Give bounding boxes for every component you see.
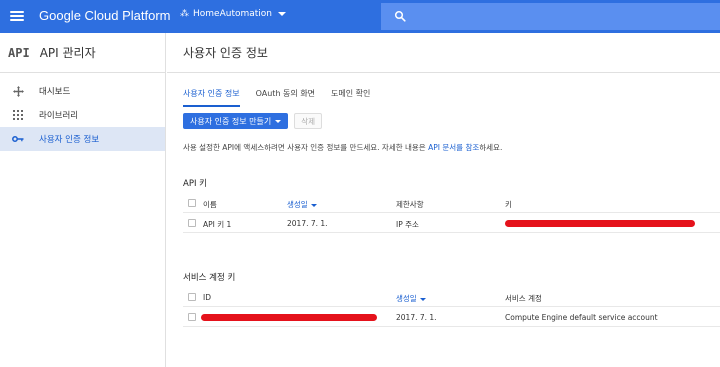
column-header-created[interactable]: 생성일 xyxy=(396,293,426,304)
table-header-row: 이름 생성일 제한사항 키 xyxy=(183,193,720,213)
column-header-name: 이름 xyxy=(203,200,217,209)
sidebar-item-label: 대시보드 xyxy=(39,87,71,97)
sort-arrow-icon xyxy=(419,297,426,301)
sidebar: API API 관리자 대시보드 라이브러리 사용자 인증 정보 xyxy=(0,33,166,367)
page-title: 사용자 인증 정보 xyxy=(167,33,720,73)
api-key-created: 2017. 7. 1. xyxy=(287,219,328,228)
table-row[interactable]: API 키 1 2017. 7. 1. IP 주소 xyxy=(183,213,720,233)
row-checkbox[interactable] xyxy=(188,313,196,321)
project-name: HomeAutomation xyxy=(193,9,272,19)
sidebar-item-library[interactable]: 라이브러리 xyxy=(0,103,165,127)
description-text: 사용 설정한 API에 액세스하려면 사용자 인증 정보를 만드세요. 자세한 … xyxy=(183,142,502,153)
sort-arrow-icon xyxy=(310,203,317,207)
service-account-name: Compute Engine default service account xyxy=(505,313,658,322)
select-all-checkbox[interactable] xyxy=(188,293,196,301)
description-suffix: 하세요. xyxy=(479,143,503,152)
column-header-id: ID xyxy=(203,293,211,302)
api-logo: API xyxy=(8,45,30,60)
select-all-checkbox[interactable] xyxy=(188,199,196,207)
app-brand[interactable]: Google Cloud Platform xyxy=(39,8,171,23)
column-header-key: 키 xyxy=(505,200,512,209)
toolbar: 사용자 인증 정보 만들기 삭제 xyxy=(183,113,323,129)
project-nodes-icon: ⁂ xyxy=(180,9,189,19)
api-key-name[interactable]: API 키 1 xyxy=(203,219,231,230)
table-header-row: ID 생성일 서비스 계정 xyxy=(183,287,720,307)
chevron-down-icon xyxy=(275,119,282,123)
sidebar-item-label: 라이브러리 xyxy=(39,111,79,121)
tab-credentials[interactable]: 사용자 인증 정보 xyxy=(183,88,240,107)
sidebar-item-label: 사용자 인증 정보 xyxy=(39,135,100,145)
hamburger-menu-icon[interactable] xyxy=(10,9,24,23)
api-keys-table: 이름 생성일 제한사항 키 API 키 1 2017. 7. 1. IP 주소 xyxy=(183,193,720,233)
api-docs-link[interactable]: API 문서를 참조 xyxy=(428,143,479,152)
api-keys-section-title: API 키 xyxy=(183,179,207,189)
tab-domain-verification[interactable]: 도메인 확인 xyxy=(331,88,370,107)
column-header-restriction: 제한사항 xyxy=(396,200,424,209)
sidebar-item-dashboard[interactable]: 대시보드 xyxy=(0,79,165,103)
search-icon xyxy=(394,10,406,22)
service-key-created: 2017. 7. 1. xyxy=(396,313,437,322)
service-account-keys-section-title: 서비스 계정 키 xyxy=(183,273,236,283)
sidebar-nav: 대시보드 라이브러리 사용자 인증 정보 xyxy=(0,73,165,151)
project-selector[interactable]: ⁂ HomeAutomation xyxy=(180,9,286,19)
redaction-mark xyxy=(505,220,695,227)
tab-oauth-consent[interactable]: OAuth 동의 화면 xyxy=(256,88,315,107)
dashboard-icon xyxy=(12,85,24,97)
redaction-mark xyxy=(201,314,377,321)
sidebar-title: API 관리자 xyxy=(39,46,96,60)
column-header-created[interactable]: 생성일 xyxy=(287,199,317,210)
chevron-down-icon xyxy=(278,12,286,16)
description-prefix: 사용 설정한 API에 액세스하려면 사용자 인증 정보를 만드세요. 자세한 … xyxy=(183,143,426,152)
library-icon xyxy=(12,109,24,121)
main-content: 사용자 인증 정보 사용자 인증 정보 OAuth 동의 화면 도메인 확인 사… xyxy=(167,33,720,367)
sidebar-header: API API 관리자 xyxy=(0,33,165,73)
row-checkbox[interactable] xyxy=(188,219,196,227)
sidebar-item-credentials[interactable]: 사용자 인증 정보 xyxy=(0,127,165,151)
delete-button[interactable]: 삭제 xyxy=(294,113,323,129)
service-account-keys-table: ID 생성일 서비스 계정 2017. 7. 1. Compute Engine… xyxy=(183,287,720,327)
tab-bar: 사용자 인증 정보 OAuth 동의 화면 도메인 확인 xyxy=(183,88,386,107)
api-key-restriction: IP 주소 xyxy=(396,220,419,229)
column-header-service-account: 서비스 계정 xyxy=(505,294,542,303)
search-bar[interactable] xyxy=(381,3,720,30)
key-icon xyxy=(12,133,24,145)
create-credentials-button[interactable]: 사용자 인증 정보 만들기 xyxy=(183,113,289,129)
top-app-bar: Google Cloud Platform ⁂ HomeAutomation xyxy=(0,0,720,33)
table-row[interactable]: 2017. 7. 1. Compute Engine default servi… xyxy=(183,307,720,327)
create-credentials-label: 사용자 인증 정보 만들기 xyxy=(190,116,272,126)
